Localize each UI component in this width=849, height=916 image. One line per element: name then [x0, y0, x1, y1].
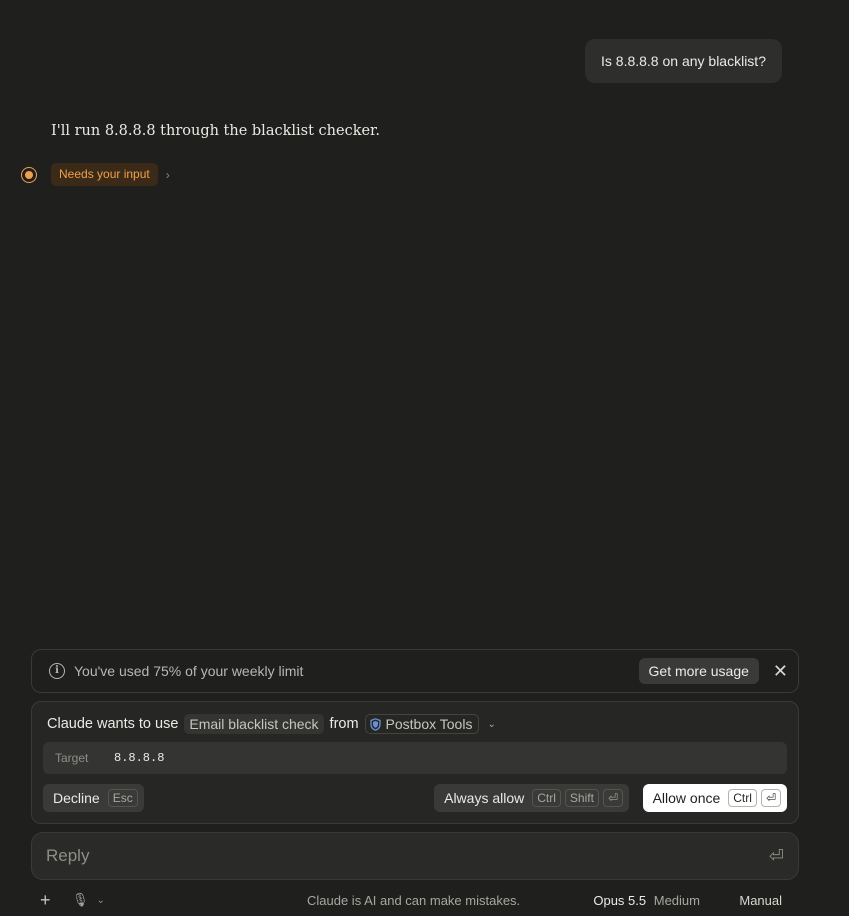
needs-input-indicator[interactable]: Needs your input › — [51, 163, 170, 186]
tool-source-name: Postbox Tools — [385, 716, 473, 732]
reply-composer: ⏎ — [31, 832, 799, 880]
enter-key-icon: ⏎ — [760, 789, 781, 807]
allow-once-shortcut: Ctrl ⏎ — [728, 789, 781, 807]
close-icon[interactable]: ✕ — [773, 662, 788, 680]
chevron-right-icon: › — [165, 167, 170, 182]
esc-shortcut: Esc — [107, 789, 138, 807]
ctrl-key: Ctrl — [728, 789, 757, 807]
user-message-text: Is 8.8.8.8 on any blacklist? — [601, 53, 766, 69]
microphone-icon[interactable]: 🎙 — [72, 892, 89, 908]
permission-from: from — [329, 716, 359, 732]
decline-label: Decline — [53, 790, 100, 806]
permission-prefix: Claude wants to use — [47, 716, 179, 732]
pending-status-icon — [21, 167, 37, 183]
permission-actions: Decline Esc Always allow Ctrl Shift ⏎ Al… — [43, 784, 787, 814]
tool-permission-card: Claude wants to use Email blacklist chec… — [31, 701, 799, 824]
reply-input[interactable] — [46, 846, 769, 866]
always-allow-shortcut: Ctrl Shift ⏎ — [532, 789, 623, 807]
allow-once-label: Allow once — [652, 790, 721, 806]
tool-name-chip: Email blacklist check — [184, 714, 324, 734]
chevron-down-icon[interactable]: ⌄ — [487, 719, 495, 730]
ai-disclaimer: Claude is AI and can make mistakes. — [307, 892, 521, 908]
send-enter-icon[interactable]: ⏎ — [769, 846, 784, 867]
model-name: Opus 5.5 — [593, 892, 647, 908]
parameter-value: 8.8.8.8 — [114, 751, 165, 765]
tool-source-chip[interactable]: Postbox Tools — [364, 714, 480, 734]
needs-input-badge: Needs your input — [51, 163, 158, 186]
enter-key-icon: ⏎ — [602, 789, 623, 807]
user-message-bubble: Is 8.8.8.8 on any blacklist? — [585, 39, 782, 83]
model-selector[interactable]: Opus 5.5 Medium — [593, 893, 700, 908]
tool-parameter-row: Target 8.8.8.8 — [43, 742, 787, 774]
shift-key: Shift — [564, 789, 599, 807]
effort-level: Medium — [653, 892, 700, 908]
info-icon: i — [49, 663, 65, 679]
get-more-usage-button[interactable]: Get more usage — [638, 658, 759, 684]
decline-button[interactable]: Decline Esc — [43, 784, 144, 812]
chevron-down-icon[interactable]: ⌄ — [97, 895, 105, 906]
permission-header: Claude wants to use Email blacklist chec… — [47, 714, 496, 734]
ctrl-key: Ctrl — [532, 789, 561, 807]
always-allow-label: Always allow — [444, 790, 525, 806]
usage-limit-text: You've used 75% of your weekly limit — [74, 663, 304, 679]
shield-icon — [369, 717, 381, 731]
allow-once-button[interactable]: Allow once Ctrl ⏎ — [642, 784, 787, 812]
mode-selector[interactable]: Manual — [739, 893, 782, 908]
composer-footer: + 🎙 ⌄ Claude is AI and can make mistakes… — [40, 889, 782, 911]
always-allow-button[interactable]: Always allow Ctrl Shift ⏎ — [434, 784, 629, 812]
assistant-message-text: I'll run 8.8.8.8 through the blacklist c… — [51, 123, 381, 139]
usage-limit-banner: i You've used 75% of your weekly limit G… — [31, 649, 799, 693]
add-attachment-icon[interactable]: + — [40, 890, 60, 911]
parameter-key: Target — [55, 751, 89, 765]
